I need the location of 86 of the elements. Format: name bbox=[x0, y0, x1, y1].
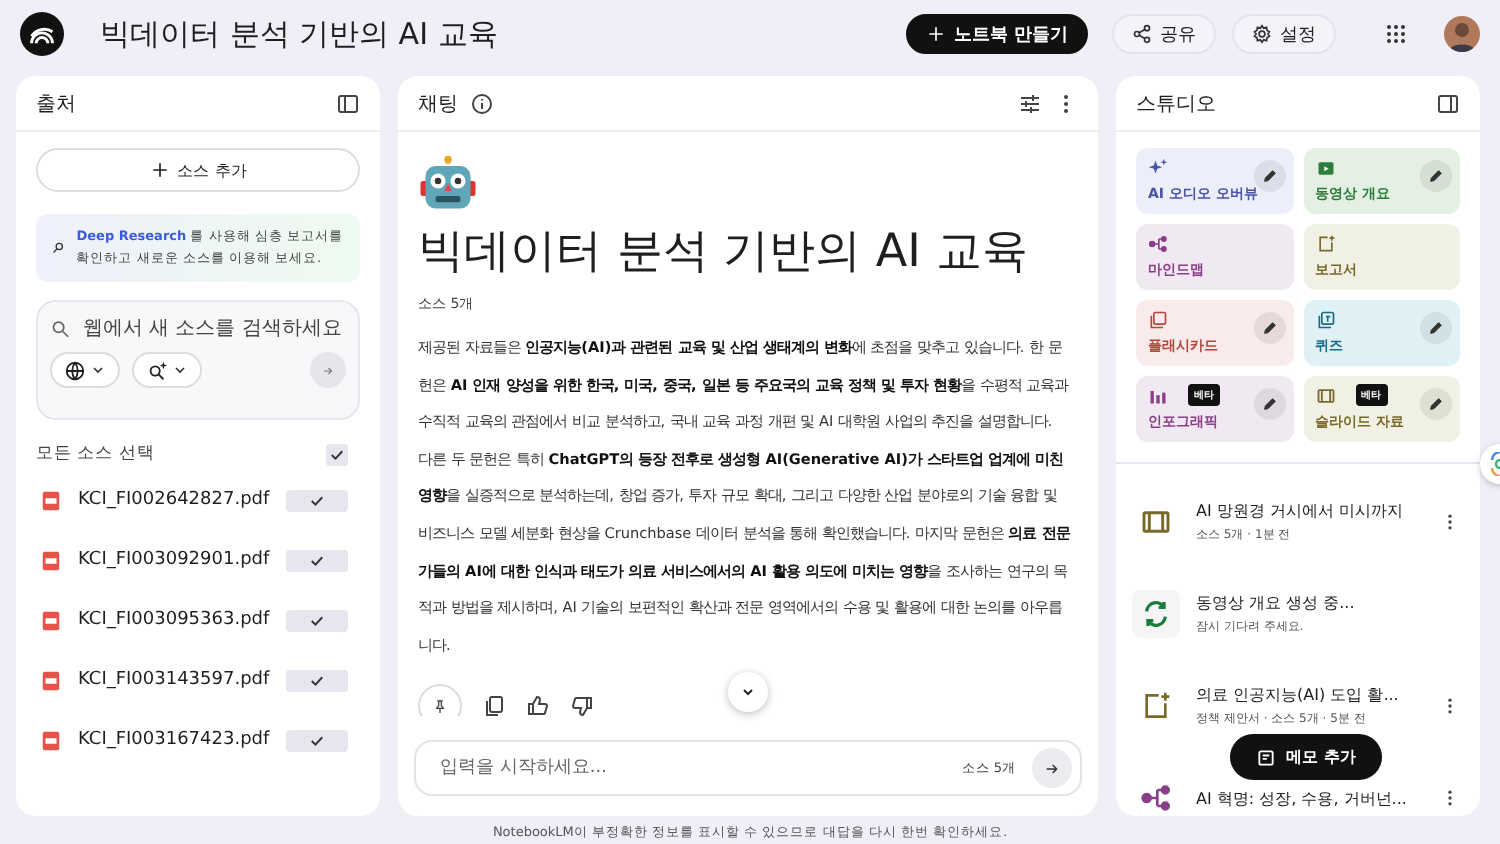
checkbox[interactable] bbox=[326, 443, 348, 465]
file-name[interactable]: KCI_FI002642827.pdf bbox=[78, 490, 270, 510]
checkbox[interactable] bbox=[285, 549, 348, 571]
pdf-icon bbox=[40, 609, 62, 631]
panel-title: 출처 bbox=[36, 91, 78, 117]
slides-icon bbox=[1140, 506, 1172, 538]
settings-icon bbox=[1252, 24, 1272, 44]
bar-chart-icon bbox=[1148, 386, 1168, 406]
select-all-label: 모든 소스 선택 bbox=[36, 442, 157, 466]
checkbox[interactable] bbox=[285, 669, 348, 691]
logo bbox=[20, 12, 64, 56]
sparkle-search-icon bbox=[146, 359, 168, 381]
web-source-dropdown[interactable] bbox=[50, 352, 120, 388]
notebook-title: 빅데이터 분석 기반의 AI 교육 bbox=[100, 15, 500, 53]
create-notebook-button[interactable]: 노트북 만들기 bbox=[905, 14, 1088, 54]
report-icon bbox=[1140, 690, 1172, 722]
checkmark-icon bbox=[307, 611, 326, 629]
plus-icon bbox=[925, 24, 946, 44]
pin-icon bbox=[432, 695, 448, 716]
file-name[interactable]: KCI_FI003092901.pdf bbox=[78, 550, 270, 570]
quiz-icon bbox=[1315, 310, 1335, 330]
item-title[interactable]: AI 혁명: 성장, 수용, 거버넌... bbox=[1196, 787, 1424, 809]
search-mode-dropdown[interactable] bbox=[132, 352, 202, 388]
plus-icon bbox=[149, 160, 170, 180]
settings-button[interactable]: 설정 bbox=[1232, 14, 1336, 54]
edit-button[interactable] bbox=[1253, 388, 1285, 420]
checkmark-icon bbox=[307, 491, 326, 509]
pencil-icon bbox=[1428, 320, 1444, 336]
file-name[interactable]: KCI_FI003143597.pdf bbox=[78, 670, 270, 690]
edit-button[interactable] bbox=[1420, 160, 1452, 192]
item-title[interactable]: 의료 인공지능(AI) 도입 활... bbox=[1196, 684, 1424, 706]
globe-icon bbox=[64, 359, 86, 381]
tune-icon[interactable] bbox=[1018, 91, 1042, 115]
share-button[interactable]: 공유 bbox=[1112, 14, 1216, 54]
checkmark-icon bbox=[307, 671, 326, 689]
edit-button[interactable] bbox=[1420, 312, 1452, 344]
share-icon bbox=[1132, 24, 1152, 44]
checkmark-icon bbox=[307, 551, 326, 569]
mind-map-icon bbox=[1140, 782, 1172, 814]
slides-icon bbox=[1315, 386, 1335, 406]
item-title[interactable]: 동영상 개요 생성 중... bbox=[1196, 592, 1424, 614]
report-icon bbox=[1315, 234, 1335, 254]
chat-heading: 빅데이터 분석 기반의 AI 교육 bbox=[418, 224, 1030, 282]
apps-icon[interactable] bbox=[1384, 22, 1408, 46]
pdf-icon bbox=[40, 549, 62, 571]
checkbox[interactable] bbox=[285, 609, 348, 631]
file-name[interactable]: KCI_FI003167423.pdf bbox=[78, 730, 270, 750]
pencil-icon bbox=[1261, 320, 1277, 336]
item-title[interactable]: AI 망원경 거시에서 미시까지 bbox=[1196, 500, 1424, 522]
caret-icon bbox=[172, 362, 188, 378]
edit-button[interactable] bbox=[1253, 312, 1285, 344]
pencil-icon bbox=[1261, 168, 1277, 184]
add-note-button[interactable]: 메모 추가 bbox=[1230, 734, 1382, 780]
mind-map-icon bbox=[1148, 234, 1168, 254]
panel-title: 채팅 bbox=[418, 91, 458, 117]
sidebar-toggle-icon[interactable] bbox=[336, 91, 360, 115]
caret-icon bbox=[90, 362, 106, 378]
checkmark-icon bbox=[307, 731, 326, 749]
message-field[interactable]: 입력을 시작하세요... bbox=[436, 756, 946, 780]
pencil-icon bbox=[1261, 396, 1277, 412]
search-icon bbox=[50, 318, 71, 340]
pdf-icon bbox=[40, 489, 62, 511]
info-icon[interactable] bbox=[470, 91, 494, 115]
sparkle-icon bbox=[1148, 158, 1168, 178]
add-source-button[interactable]: 소스 추가 bbox=[36, 148, 360, 192]
pdf-icon bbox=[40, 729, 62, 751]
edit-button[interactable] bbox=[1420, 388, 1452, 420]
pdf-icon bbox=[40, 669, 62, 691]
thumbs-down-icon[interactable] bbox=[570, 694, 594, 716]
pencil-icon bbox=[1428, 168, 1444, 184]
pencil-icon bbox=[1428, 396, 1444, 412]
panel-title: 스튜디오 bbox=[1136, 91, 1218, 117]
checkbox[interactable] bbox=[285, 489, 348, 511]
checkmark-icon bbox=[328, 445, 346, 463]
checkbox[interactable] bbox=[285, 729, 348, 751]
note-icon bbox=[1256, 747, 1276, 767]
cards-icon bbox=[1148, 310, 1168, 330]
sync-icon bbox=[1140, 598, 1172, 630]
copy-icon[interactable] bbox=[482, 694, 506, 716]
avatar[interactable] bbox=[1444, 16, 1480, 52]
pin-button[interactable] bbox=[418, 684, 462, 716]
video-icon bbox=[1315, 158, 1335, 178]
search-field[interactable]: 웹에서 새 소스를 검색하세요 bbox=[82, 318, 346, 340]
thumbs-up-icon[interactable] bbox=[526, 694, 550, 716]
sidebar-toggle-icon[interactable] bbox=[1436, 91, 1460, 115]
file-name[interactable]: KCI_FI003095363.pdf bbox=[78, 610, 270, 630]
